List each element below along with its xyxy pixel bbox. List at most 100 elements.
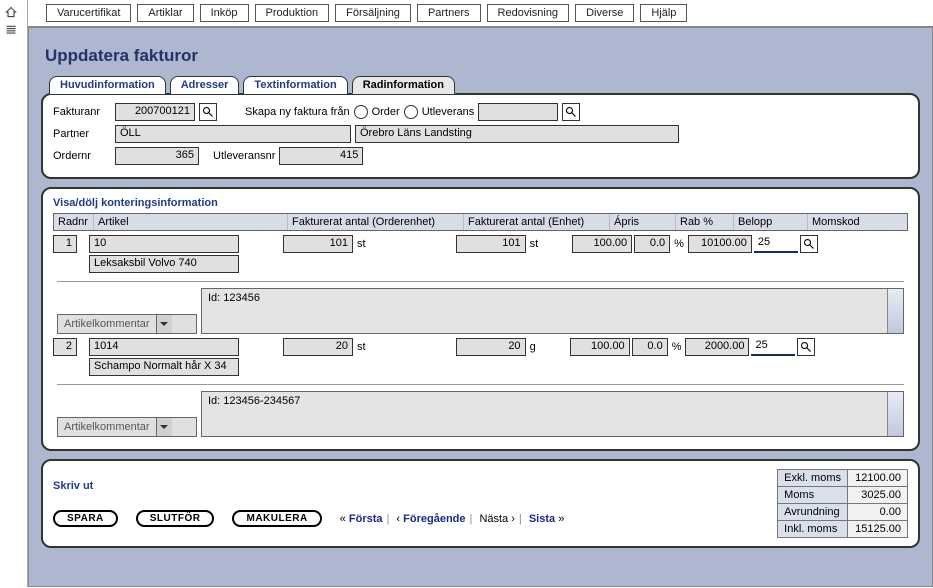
chevron-down-icon[interactable] bbox=[156, 315, 172, 333]
exkl-value: 12100.00 bbox=[848, 470, 908, 487]
comment-textarea[interactable]: Id: 123456-234567 bbox=[201, 391, 904, 437]
ordernr-field[interactable]: 365 bbox=[115, 147, 199, 165]
cancel-button[interactable]: MAKULERA bbox=[232, 510, 321, 527]
artikel-name: Schampo Normalt hår X 34 bbox=[89, 358, 239, 376]
scrollbar[interactable] bbox=[887, 289, 903, 333]
unit-order: st bbox=[355, 238, 368, 250]
col-fakt-enhet: Fakturerat antal (Enhet) bbox=[464, 214, 610, 230]
col-artikel: Artikel bbox=[94, 214, 288, 230]
belopp-input[interactable]: 10100.00 bbox=[688, 235, 752, 253]
finish-button[interactable]: SLUTFÖR bbox=[136, 510, 215, 527]
partner-code-field[interactable]: ÖLL bbox=[115, 125, 351, 143]
utleverans-label: Utleverans bbox=[422, 106, 475, 118]
line-row: 1 10 101 st 101 st 100.00 0.0 % 10100.00… bbox=[53, 235, 908, 253]
unit-order: st bbox=[355, 341, 368, 353]
pager-first[interactable]: Första bbox=[349, 513, 383, 525]
chevron-down-icon[interactable] bbox=[156, 418, 172, 436]
unit: st bbox=[528, 238, 541, 250]
qty-input[interactable]: 20 bbox=[456, 338, 526, 356]
skapa-label: Skapa ny faktura från bbox=[245, 106, 350, 118]
combo-placeholder: Artikelkommentar bbox=[58, 421, 156, 433]
unit: g bbox=[528, 341, 538, 353]
artikel-input[interactable]: 1014 bbox=[89, 338, 239, 356]
utleverans-radio[interactable] bbox=[404, 105, 418, 119]
scrollbar[interactable] bbox=[887, 392, 903, 436]
list-icon[interactable] bbox=[5, 24, 23, 40]
utleverans-field[interactable] bbox=[478, 103, 558, 121]
fakturanr-field[interactable]: 200700121 bbox=[115, 103, 195, 121]
inkl-label: Inkl. moms bbox=[778, 521, 848, 538]
utleverans-search-button[interactable] bbox=[562, 103, 580, 121]
artikel-input[interactable]: 10 bbox=[89, 235, 239, 253]
nav-tab-forsaljning[interactable]: Försäljning bbox=[335, 4, 411, 22]
moms-value: 3025.00 bbox=[848, 487, 908, 504]
nav-tab-produktion[interactable]: Produktion bbox=[255, 4, 330, 22]
col-belopp: Belopp bbox=[734, 214, 808, 230]
comment-textarea[interactable]: Id: 123456 bbox=[201, 288, 904, 334]
nav-tab-inkop[interactable]: Inköp bbox=[200, 4, 249, 22]
col-radnr: Radnr bbox=[54, 214, 94, 230]
page-title: Uppdatera fakturor bbox=[45, 46, 920, 66]
apris-input[interactable]: 100.00 bbox=[570, 338, 630, 356]
grid-header: Radnr Artikel Fakturerat antal (Orderenh… bbox=[53, 213, 908, 231]
radnr-value: 2 bbox=[53, 338, 77, 356]
pager-prev[interactable]: Föregående bbox=[403, 513, 465, 525]
toggle-accounting-link[interactable]: Visa/dölj konteringsinformation bbox=[53, 197, 908, 209]
avr-label: Avrundning bbox=[778, 504, 848, 521]
artikel-name: Leksaksbil Volvo 740 bbox=[89, 255, 239, 273]
qty-order-input[interactable]: 20 bbox=[283, 338, 353, 356]
col-rab: Rab % bbox=[676, 214, 734, 230]
header-panel: Fakturanr 200700121 Skapa ny faktura frå… bbox=[41, 93, 920, 179]
comment-type-combo[interactable]: Artikelkommentar bbox=[57, 417, 197, 437]
momskod-input[interactable]: 25 bbox=[751, 338, 795, 356]
col-apris: Ápris bbox=[610, 214, 676, 230]
pager-next[interactable]: Nästa bbox=[479, 513, 508, 525]
rab-input[interactable]: 0.0 bbox=[632, 338, 668, 356]
partner-label: Partner bbox=[53, 128, 111, 140]
utleveransnr-field[interactable]: 415 bbox=[279, 147, 363, 165]
totals-table: Exkl. moms12100.00 Moms3025.00 Avrundnin… bbox=[777, 469, 908, 538]
nav-tab-redovisning[interactable]: Redovisning bbox=[487, 4, 570, 22]
rab-input[interactable]: 0.0 bbox=[634, 235, 670, 253]
fakturanr-search-button[interactable] bbox=[199, 103, 217, 121]
nav-tab-hjalp[interactable]: Hjälp bbox=[640, 4, 687, 22]
home-icon[interactable] bbox=[5, 6, 23, 22]
save-button[interactable]: SPARA bbox=[53, 510, 118, 527]
tab-adresser[interactable]: Adresser bbox=[170, 76, 240, 94]
comment-block: Artikelkommentar Id: 123456-234567 bbox=[57, 384, 904, 437]
nav-tab-varucertifikat[interactable]: Varucertifikat bbox=[46, 4, 131, 22]
combo-placeholder: Artikelkommentar bbox=[58, 318, 156, 330]
nav-tab-partners[interactable]: Partners bbox=[417, 4, 481, 22]
momskod-search-button[interactable] bbox=[797, 338, 815, 356]
radnr-value: 1 bbox=[53, 235, 77, 253]
comment-block: Artikelkommentar Id: 123456 bbox=[57, 281, 904, 334]
fakturanr-label: Fakturanr bbox=[53, 106, 111, 118]
left-toolbar bbox=[0, 0, 28, 587]
col-momskod: Momskod bbox=[808, 214, 907, 230]
footer-panel: Skriv ut SPARA SLUTFÖR MAKULERA « Första… bbox=[41, 459, 920, 548]
moms-label: Moms bbox=[778, 487, 848, 504]
momskod-input[interactable]: 25 bbox=[754, 235, 798, 253]
momskod-search-button[interactable] bbox=[800, 235, 818, 253]
order-radio[interactable] bbox=[354, 105, 368, 119]
line-row: 2 1014 20 st 20 g 100.00 0.0 % 2000.00 2… bbox=[53, 338, 908, 356]
exkl-label: Exkl. moms bbox=[778, 470, 848, 487]
print-link[interactable]: Skriv ut bbox=[53, 480, 93, 492]
qty-input[interactable]: 101 bbox=[456, 235, 526, 253]
lines-panel: Visa/dölj konteringsinformation Radnr Ar… bbox=[41, 187, 920, 451]
nav-tab-diverse[interactable]: Diverse bbox=[575, 4, 634, 22]
ordernr-label: Ordernr bbox=[53, 150, 111, 162]
tab-radinformation[interactable]: Radinformation bbox=[352, 76, 455, 94]
pct-label: % bbox=[670, 341, 684, 353]
nav-tab-artiklar[interactable]: Artiklar bbox=[137, 4, 193, 22]
order-label: Order bbox=[372, 106, 400, 118]
tab-huvudinformation[interactable]: Huvudinformation bbox=[49, 76, 166, 94]
qty-order-input[interactable]: 101 bbox=[283, 235, 353, 253]
comment-type-combo[interactable]: Artikelkommentar bbox=[57, 314, 197, 334]
avr-value: 0.00 bbox=[848, 504, 908, 521]
tab-textinformation[interactable]: Textinformation bbox=[243, 76, 347, 94]
apris-input[interactable]: 100.00 bbox=[572, 235, 632, 253]
pager-last[interactable]: Sista bbox=[529, 513, 555, 525]
pct-label: % bbox=[672, 238, 686, 250]
belopp-input[interactable]: 2000.00 bbox=[685, 338, 749, 356]
